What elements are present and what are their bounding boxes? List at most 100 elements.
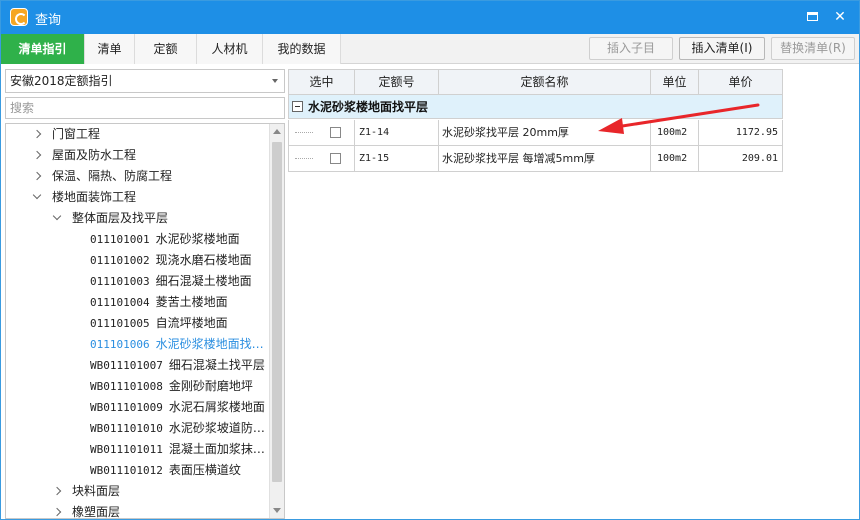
insert-list-button[interactable]: 插入清单(I) — [679, 37, 765, 60]
tree-item-category[interactable]: 橡塑面层 — [52, 502, 284, 519]
select-cell — [289, 146, 355, 171]
tree-item-list[interactable]: 011101002 现浇水磨石楼地面 — [90, 250, 284, 271]
grid-header: 选中 定额号 定额名称 单位 单价 — [288, 69, 783, 95]
col-header-name[interactable]: 定额名称 — [439, 70, 651, 94]
tree-item-code: WB011101011 — [90, 443, 163, 456]
left-panel: 安徽2018定额指引 橡塑面层块料面层WB011101012表面压横道纹WB01… — [5, 67, 285, 519]
tree-item-label: 水泥砂浆坡道防… — [168, 421, 265, 435]
tree-item-category[interactable]: 整体面层及找平层 — [52, 208, 284, 229]
chevron-down-icon — [272, 79, 278, 83]
tree-connector — [295, 132, 313, 133]
tree-item-code: WB011101012 — [90, 464, 163, 477]
col-header-code[interactable]: 定额号 — [355, 70, 439, 94]
tree-item-code: 011101002 — [90, 254, 150, 267]
tree-item-label: 保温、隔热、防腐工程 — [52, 169, 173, 183]
tree-item-code: WB011101008 — [90, 380, 163, 393]
tree-item-label: 橡塑面层 — [72, 505, 121, 519]
tree-item-code: 011101001 — [90, 233, 150, 246]
chevron-right-icon[interactable] — [32, 145, 44, 166]
row-unit: 100m2 — [651, 146, 699, 171]
tree-item-category[interactable]: 楼地面装饰工程 — [32, 187, 284, 208]
tree-scrollbar[interactable] — [269, 124, 284, 518]
tree-item-label: 菱苦土楼地面 — [155, 295, 228, 309]
tree-item-list[interactable]: 011101001 水泥砂浆楼地面 — [90, 229, 284, 250]
tree-item-label: 整体面层及找平层 — [72, 211, 169, 225]
tab-list[interactable]: 清单 — [85, 34, 135, 64]
tree-item-label: 现浇水磨石楼地面 — [155, 253, 252, 267]
tree-item-label: 块料面层 — [72, 484, 121, 498]
tree-item-category[interactable]: 门窗工程 — [32, 124, 284, 145]
col-header-select[interactable]: 选中 — [289, 70, 355, 94]
chevron-right-icon[interactable] — [52, 502, 64, 518]
tree-item-label: 水泥石屑浆楼地面 — [168, 400, 265, 414]
scroll-down-icon[interactable] — [273, 508, 281, 513]
tree-item-label: 自流坪楼地面 — [155, 316, 228, 330]
tree-item-label: 细石混凝土找平层 — [168, 358, 265, 372]
tree-item-category[interactable]: 保温、隔热、防腐工程 — [32, 166, 284, 187]
tree-item-label: 混凝土面加浆抹… — [168, 442, 265, 456]
select-cell — [289, 120, 355, 145]
window-title: 查询 — [35, 13, 62, 28]
tree-item-list[interactable]: WB011101010 水泥砂浆坡道防… — [90, 418, 284, 439]
tree-item-label: 表面压横道纹 — [168, 463, 241, 477]
chevron-right-icon[interactable] — [32, 166, 44, 187]
tab-quota[interactable]: 定额 — [135, 34, 197, 64]
maximize-icon[interactable] — [803, 8, 821, 26]
tree-item-category[interactable]: 屋面及防水工程 — [32, 145, 284, 166]
col-header-unit[interactable]: 单位 — [651, 70, 699, 94]
group-title: 水泥砂浆楼地面找平层 — [308, 100, 429, 114]
tree-item-list[interactable]: WB011101011 混凝土面加浆抹… — [90, 439, 284, 460]
row-name: 水泥砂浆找平层 每增减5mm厚 — [439, 146, 651, 171]
tree-item-label: 金刚砂耐磨地坪 — [168, 379, 253, 393]
dropdown-value: 安徽2018定额指引 — [10, 74, 113, 88]
tree-item-label: 楼地面装饰工程 — [52, 190, 137, 204]
tree-item-list[interactable]: 011101006 水泥砂浆楼地面找… — [90, 334, 284, 355]
scroll-up-icon[interactable] — [273, 129, 281, 134]
tab-list-guide[interactable]: 清单指引 — [1, 34, 85, 64]
tree-item-code: WB011101007 — [90, 359, 163, 372]
chevron-right-icon[interactable] — [52, 481, 64, 502]
tree-item-category[interactable]: 块料面层 — [52, 481, 284, 502]
tab-my-data[interactable]: 我的数据 — [263, 34, 341, 64]
tree-item-code: 011101004 — [90, 296, 150, 309]
tree-item-code: WB011101009 — [90, 401, 163, 414]
tree-item-list[interactable]: WB011101012 表面压横道纹 — [90, 460, 284, 481]
tree-item-label: 门窗工程 — [52, 127, 101, 141]
chevron-down-icon[interactable] — [52, 208, 64, 229]
guide-tree: 橡塑面层 块料面层 WB011101012 表面压横道纹 WB011101011 混凝土面… — [5, 123, 285, 519]
col-header-price[interactable]: 单价 — [699, 70, 782, 94]
chevron-right-icon[interactable] — [32, 124, 44, 145]
tab-labor-material-machine[interactable]: 人材机 — [197, 34, 263, 64]
tree-item-code: 011101006 — [90, 338, 150, 351]
insert-child-button[interactable]: 插入子目 — [589, 37, 673, 60]
tree-item-label: 屋面及防水工程 — [52, 148, 137, 162]
table-row[interactable]: Z1-15 水泥砂浆找平层 每增减5mm厚 100m2 209.01 — [288, 146, 783, 172]
close-icon[interactable]: ✕ — [831, 8, 849, 26]
tree-item-code: 011101005 — [90, 317, 150, 330]
tree-item-code: 011101003 — [90, 275, 150, 288]
tree-connector — [295, 158, 313, 159]
search-input[interactable] — [5, 97, 285, 119]
tree-item-list[interactable]: 011101005 自流坪楼地面 — [90, 313, 284, 334]
row-checkbox[interactable] — [330, 127, 341, 138]
title-bar[interactable]: 查询 ✕ — [1, 1, 859, 34]
tree-item-label: 水泥砂浆楼地面找… — [155, 337, 264, 351]
tree-item-label: 细石混凝土楼地面 — [155, 274, 252, 288]
tab-bar: 清单指引 清单 定额 人材机 我的数据 插入子目 插入清单(I) 替换清单(R) — [1, 34, 859, 64]
chevron-down-icon[interactable] — [32, 187, 44, 208]
replace-list-button[interactable]: 替换清单(R) — [771, 37, 855, 60]
tree-item-list[interactable]: WB011101007 细石混凝土找平层 — [90, 355, 284, 376]
collapse-icon[interactable] — [292, 101, 303, 112]
tree-item-list[interactable]: 011101004 菱苦土楼地面 — [90, 292, 284, 313]
tree-item-list[interactable]: 011101003 细石混凝土楼地面 — [90, 271, 284, 292]
tree-item-list[interactable]: WB011101008 金刚砂耐磨地坪 — [90, 376, 284, 397]
row-code: Z1-14 — [355, 120, 439, 145]
scroll-thumb[interactable] — [272, 142, 282, 482]
row-checkbox[interactable] — [330, 153, 341, 164]
guide-dropdown[interactable]: 安徽2018定额指引 — [5, 69, 285, 93]
row-code: Z1-15 — [355, 146, 439, 171]
tree-item-list[interactable]: WB011101009 水泥石屑浆楼地面 — [90, 397, 284, 418]
annotation-arrow-icon — [598, 103, 760, 134]
app-logo-icon — [10, 8, 28, 26]
tree-item-code: WB011101010 — [90, 422, 163, 435]
